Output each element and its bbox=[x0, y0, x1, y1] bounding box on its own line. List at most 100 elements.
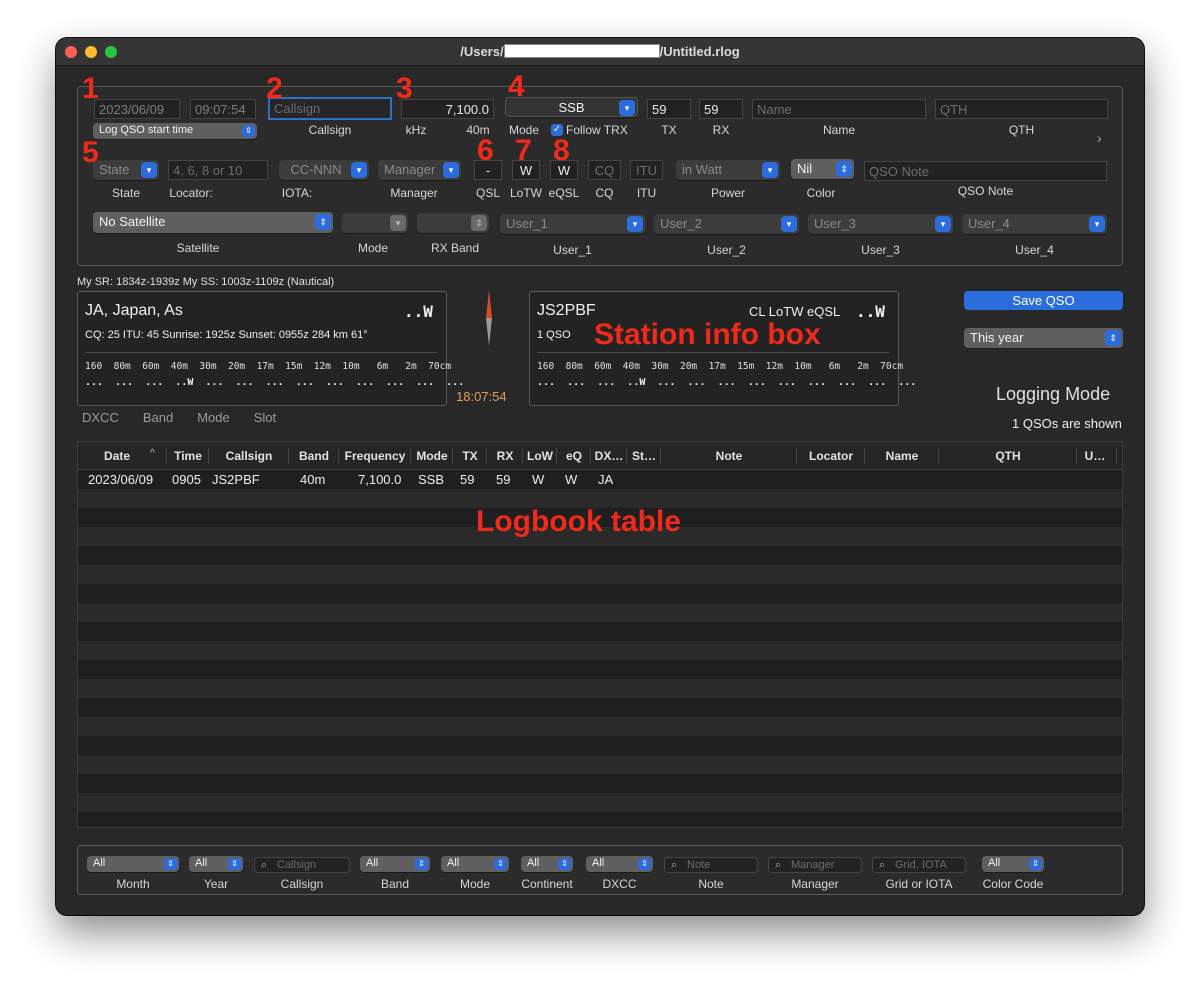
callsign-search-field[interactable]: ⌕ Callsign bbox=[254, 857, 350, 873]
annotation-8: 8 bbox=[553, 134, 570, 167]
state-popup[interactable]: State ▾ bbox=[93, 160, 159, 180]
table-row[interactable] bbox=[78, 546, 1122, 565]
logbook-table[interactable]: 2023/06/09 0905 JS2PBF 40m 7,100.0 SSB 59 59 W W J… bbox=[77, 441, 1123, 828]
eqsl-label: eQSL bbox=[548, 186, 580, 200]
dx-band-header: 160 80m 60m 40m 30m 20m 17m 15m 12m 10m … bbox=[85, 361, 452, 372]
satellite-label: Satellite bbox=[176, 241, 220, 255]
tab-band[interactable]: Band bbox=[143, 410, 173, 425]
tx-rst-input[interactable]: 59 bbox=[647, 99, 691, 119]
satellite-mode-popup[interactable]: ▾ bbox=[342, 213, 408, 233]
iota-popup[interactable]: CC-NNN ▾ bbox=[279, 160, 369, 180]
cq-input[interactable]: CQ bbox=[588, 160, 621, 180]
rx-band-popup[interactable]: ⇕ bbox=[417, 213, 489, 233]
table-row[interactable] bbox=[78, 603, 1122, 622]
table-row[interactable] bbox=[78, 584, 1122, 603]
qso-note-label: QSO Note bbox=[957, 184, 1014, 198]
dxcc-filter-popup[interactable]: All ⇕ bbox=[586, 856, 653, 872]
month-filter-popup[interactable]: All ⇕ bbox=[87, 856, 179, 872]
updown-chevron-icon: ⇕ bbox=[494, 858, 507, 870]
user4-popup[interactable]: User_4 ▾ bbox=[962, 214, 1107, 234]
table-row[interactable] bbox=[78, 812, 1122, 827]
col-dxcc[interactable]: DX… bbox=[592, 449, 626, 463]
user2-popup[interactable]: User_2 ▾ bbox=[654, 214, 799, 234]
table-row[interactable] bbox=[78, 717, 1122, 736]
table-row[interactable] bbox=[78, 793, 1122, 812]
chevron-down-icon: ▾ bbox=[619, 100, 635, 116]
col-callsign[interactable]: Callsign bbox=[210, 449, 288, 463]
col-eqsl[interactable]: eQ bbox=[558, 449, 590, 463]
table-row[interactable] bbox=[78, 565, 1122, 584]
color-code-filter-label: Color Code bbox=[982, 877, 1044, 891]
tab-slot[interactable]: Slot bbox=[254, 410, 276, 425]
col-note[interactable]: Note bbox=[662, 449, 796, 463]
color-code-filter-popup[interactable]: All ⇕ bbox=[982, 856, 1044, 872]
itu-input[interactable]: ITU bbox=[630, 160, 663, 180]
col-mode[interactable]: Mode bbox=[412, 449, 452, 463]
tab-mode[interactable]: Mode bbox=[197, 410, 230, 425]
col-rx[interactable]: RX bbox=[488, 449, 522, 463]
tab-dxcc[interactable]: DXCC bbox=[82, 410, 119, 425]
col-date[interactable]: Date bbox=[82, 449, 152, 463]
table-row[interactable] bbox=[78, 755, 1122, 774]
col-frequency[interactable]: Frequency bbox=[340, 449, 410, 463]
redacted-username bbox=[503, 44, 660, 58]
table-row[interactable]: 2023/06/09 0905 JS2PBF 40m 7,100.0 SSB 59 59 W W J… bbox=[78, 470, 1122, 489]
power-popup[interactable]: in Watt ▾ bbox=[676, 160, 780, 180]
col-tx[interactable]: TX bbox=[454, 449, 486, 463]
col-user[interactable]: U… bbox=[1078, 449, 1112, 463]
save-qso-button[interactable]: Save QSO bbox=[964, 291, 1123, 310]
table-row[interactable] bbox=[78, 622, 1122, 641]
continent-filter-label: Continent bbox=[521, 877, 573, 891]
table-row[interactable] bbox=[78, 698, 1122, 717]
time-field[interactable]: 09:07:54 bbox=[190, 99, 256, 119]
manager-filter-label: Manager bbox=[791, 877, 839, 891]
col-band[interactable]: Band bbox=[290, 449, 338, 463]
month-filter-value: All bbox=[93, 857, 106, 869]
table-row[interactable] bbox=[78, 774, 1122, 793]
log-start-time-popup[interactable]: Log QSO start time ⇕ bbox=[93, 123, 257, 139]
mode-filter-popup[interactable]: All ⇕ bbox=[441, 856, 509, 872]
user4-value: User_4 bbox=[968, 216, 1010, 231]
column-separator bbox=[338, 448, 339, 464]
table-row[interactable] bbox=[78, 660, 1122, 679]
state-value: State bbox=[99, 162, 130, 177]
date-field[interactable]: 2023/06/09 bbox=[94, 99, 180, 119]
name-input[interactable]: Name bbox=[752, 99, 926, 119]
search-icon: ⌕ bbox=[671, 859, 678, 871]
callsign-input[interactable]: Callsign bbox=[268, 97, 392, 120]
satellite-popup[interactable]: No Satellite ⇕ bbox=[93, 212, 333, 233]
period-popup[interactable]: This year ⇕ bbox=[964, 328, 1123, 348]
grid-iota-search-field[interactable]: ⌕ Grid, IOTA bbox=[872, 857, 966, 873]
manager-search-field[interactable]: ⌕ Manager bbox=[768, 857, 862, 873]
col-lotw[interactable]: LoW bbox=[524, 449, 556, 463]
frequency-input[interactable]: 7,100.0 bbox=[401, 99, 494, 119]
band-filter-popup[interactable]: All ⇕ bbox=[360, 856, 430, 872]
qth-input[interactable]: QTH bbox=[935, 99, 1108, 119]
table-row[interactable] bbox=[78, 736, 1122, 755]
locator-input[interactable]: 4, 6, 8 or 10 bbox=[168, 160, 268, 180]
updown-chevron-icon: ⇕ bbox=[315, 214, 331, 230]
col-qth[interactable]: QTH bbox=[940, 449, 1076, 463]
state-label: State bbox=[111, 186, 141, 200]
window-title: /Users/ /Untitled.rlog bbox=[56, 44, 1144, 59]
col-state[interactable]: St… bbox=[628, 449, 660, 463]
manager-popup[interactable]: Manager ▾ bbox=[378, 160, 461, 180]
continent-filter-popup[interactable]: All ⇕ bbox=[521, 856, 573, 872]
dx-band-marks: ... ... ... ..W ... ... ... ... ... ... … bbox=[85, 377, 465, 388]
qso-count-label: 1 QSOs are shown bbox=[1012, 416, 1122, 431]
color-popup[interactable]: Nil ⇕ bbox=[791, 159, 854, 179]
filter-bar: All ⇕ Month All ⇕ Year ⌕ Callsign Callsign … bbox=[77, 845, 1123, 895]
col-time[interactable]: Time bbox=[168, 449, 208, 463]
col-name[interactable]: Name bbox=[866, 449, 938, 463]
note-search-field[interactable]: ⌕ Note bbox=[664, 857, 758, 873]
table-row[interactable] bbox=[78, 679, 1122, 698]
user3-popup[interactable]: User_3 ▾ bbox=[808, 214, 953, 234]
user1-popup[interactable]: User_1 ▾ bbox=[500, 214, 645, 234]
table-row[interactable] bbox=[78, 641, 1122, 660]
continent-filter-value: All bbox=[527, 857, 540, 869]
qso-note-input[interactable]: QSO Note bbox=[864, 161, 1107, 181]
rx-rst-input[interactable]: 59 bbox=[699, 99, 743, 119]
col-locator[interactable]: Locator bbox=[798, 449, 864, 463]
year-filter-popup[interactable]: All ⇕ bbox=[189, 856, 243, 872]
chevron-right-icon[interactable]: › bbox=[1097, 130, 1102, 146]
